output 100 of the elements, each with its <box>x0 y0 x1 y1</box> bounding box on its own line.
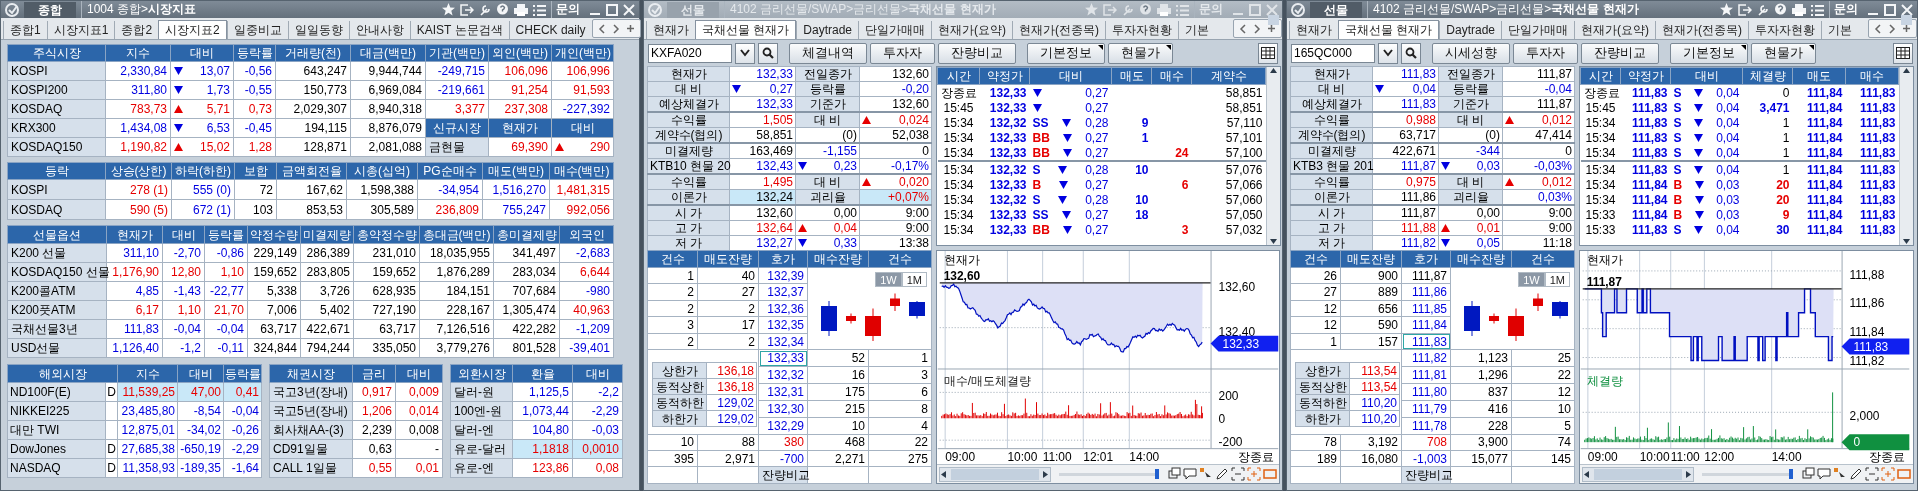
column-header: 호가 <box>1401 250 1451 268</box>
print-icon[interactable] <box>1792 3 1806 16</box>
horizontal-scrollbar[interactable] <box>1582 466 1694 482</box>
toolbar-button[interactable]: 체결내역 <box>789 42 867 64</box>
left-arrow-icon[interactable] <box>940 470 949 478</box>
table-cell: 305,589 <box>346 199 418 220</box>
table-cell: 290 <box>589 140 610 154</box>
tab[interactable]: 종합1 <box>3 21 47 39</box>
scroll-thumb[interactable] <box>1901 15 1912 25</box>
trade-side-label: S <box>1673 130 1682 145</box>
scroll-thumb[interactable] <box>1268 15 1279 25</box>
table-cell: -2,70 <box>173 246 201 260</box>
windows-icon[interactable] <box>1167 467 1181 482</box>
toolbar-button[interactable]: 투자자 <box>870 42 935 64</box>
code-field[interactable]: 165QC000 <box>1291 43 1375 63</box>
tab[interactable]: 국채선물 현재가 <box>695 20 797 39</box>
table-cell: 707,684 <box>493 281 560 301</box>
tab[interactable]: 국채선물 현재가 <box>1338 20 1440 39</box>
left-arrow-icon[interactable] <box>1583 470 1592 478</box>
right-chevron-icon[interactable] <box>1888 23 1896 34</box>
tab[interactable]: 투자자현황 <box>1748 21 1822 39</box>
list-icon[interactable] <box>533 3 546 16</box>
tab[interactable]: 현재가(전종목) <box>1012 21 1106 39</box>
table-cell: 132,32 <box>989 162 1027 177</box>
toolbar-button[interactable]: 잔량비교 <box>1581 42 1659 64</box>
tab[interactable]: 기본 <box>1821 21 1859 39</box>
scroll-thumb[interactable] <box>1594 468 1682 480</box>
help-icon[interactable] <box>1774 3 1787 16</box>
slider-thumb[interactable] <box>1789 468 1793 479</box>
pencil-icon[interactable] <box>1849 467 1863 482</box>
search-button[interactable] <box>1401 42 1421 64</box>
tab[interactable]: 투자자현황 <box>1105 21 1179 39</box>
tab[interactable]: 단일가매매 <box>1501 21 1575 39</box>
list-icon[interactable] <box>1811 3 1824 16</box>
pencil-icon[interactable] <box>1215 467 1229 482</box>
period-toggle[interactable]: 1M <box>901 272 927 287</box>
menu-button[interactable]: 선물 <box>1310 1 1362 18</box>
toolbar-button[interactable]: 투자자 <box>1513 42 1578 64</box>
table-cell: 311,10 <box>123 246 159 260</box>
table-cell: 727,190 <box>353 300 420 320</box>
left-chevron-icon[interactable] <box>597 23 606 34</box>
fit-icon[interactable] <box>1897 467 1911 482</box>
horizontal-scrollbar[interactable] <box>939 466 1051 482</box>
table-cell: 11,539,25 <box>122 385 175 399</box>
right-arrow-icon[interactable] <box>1684 470 1693 478</box>
comment-icon[interactable] <box>1183 467 1197 482</box>
table-cell: 0,08 <box>595 461 619 475</box>
help-icon[interactable] <box>496 3 509 16</box>
tab[interactable]: 일일동향 <box>287 21 349 39</box>
grid-view-button[interactable] <box>1893 42 1913 64</box>
menu-button[interactable]: 종합 <box>24 1 76 18</box>
column-header: 매도 <box>1792 67 1846 85</box>
tab[interactable]: 현재가(전종목) <box>1655 21 1749 39</box>
search-button[interactable] <box>758 42 778 64</box>
grid-view-button[interactable] <box>1258 42 1278 64</box>
tab[interactable]: 단일가매매 <box>858 21 932 39</box>
down-arrow-icon[interactable] <box>1902 238 1911 245</box>
zoom-in-icon[interactable] <box>1247 467 1261 482</box>
tab[interactable]: KAIST 논문검색 <box>409 21 509 39</box>
tab[interactable]: Daytrade <box>1439 21 1502 39</box>
tab[interactable]: 현재가(요약) <box>931 21 1013 39</box>
period-toggle[interactable]: 1M <box>1544 272 1570 287</box>
up-arrow-icon[interactable] <box>1269 67 1278 74</box>
right-chevron-icon[interactable] <box>1253 23 1261 34</box>
left-chevron-icon[interactable] <box>1239 23 1247 34</box>
tab[interactable]: 기본 <box>1178 21 1216 39</box>
dropdown-button[interactable] <box>1378 42 1398 64</box>
table-cell: 1,305,474 <box>493 300 560 320</box>
toolbar-button[interactable]: 기본정보 <box>1027 42 1105 64</box>
star-icon[interactable] <box>1720 3 1733 16</box>
slider-thumb[interactable] <box>1155 468 1159 479</box>
comment-icon[interactable] <box>1817 467 1831 482</box>
down-arrow-icon[interactable] <box>1269 238 1278 245</box>
left-chevron-icon[interactable] <box>1874 23 1882 34</box>
tab[interactable]: 일중비교 <box>226 21 288 39</box>
tab[interactable]: 현재가(요약) <box>1574 21 1656 39</box>
table-cell: 106,096 <box>504 64 548 78</box>
right-arrow-icon[interactable] <box>1041 470 1050 478</box>
up-arrow-icon[interactable] <box>1902 67 1911 74</box>
table-cell: 229,149 <box>247 243 301 263</box>
toolbar-button[interactable]: 잔량비교 <box>938 42 1016 64</box>
dropdown-button[interactable] <box>735 42 755 64</box>
right-chevron-icon[interactable] <box>611 23 620 34</box>
toolbar-button[interactable]: 현물가 <box>1751 42 1816 64</box>
scroll-thumb[interactable] <box>951 468 1039 480</box>
plus-icon[interactable] <box>625 24 635 33</box>
tab[interactable]: 안내사항 <box>348 21 410 39</box>
tab[interactable]: 시장지표1 <box>46 21 115 39</box>
tab[interactable]: CHECK daily <box>508 21 592 39</box>
print-icon[interactable] <box>514 3 528 16</box>
tab[interactable]: Daytrade <box>796 21 859 39</box>
fit-icon[interactable] <box>1263 467 1277 482</box>
toolbar-button[interactable]: 현물가 <box>1108 42 1173 64</box>
zoom-in-icon[interactable] <box>1881 467 1895 482</box>
toolbar-button[interactable]: 시세성향 <box>1432 42 1510 64</box>
windows-icon[interactable] <box>1801 467 1815 482</box>
toolbar-button[interactable]: 기본정보 <box>1670 42 1748 64</box>
tab[interactable]: 시장지표2 <box>158 20 227 39</box>
code-field[interactable]: KXFA020 <box>648 43 732 63</box>
star-icon[interactable] <box>442 3 455 16</box>
